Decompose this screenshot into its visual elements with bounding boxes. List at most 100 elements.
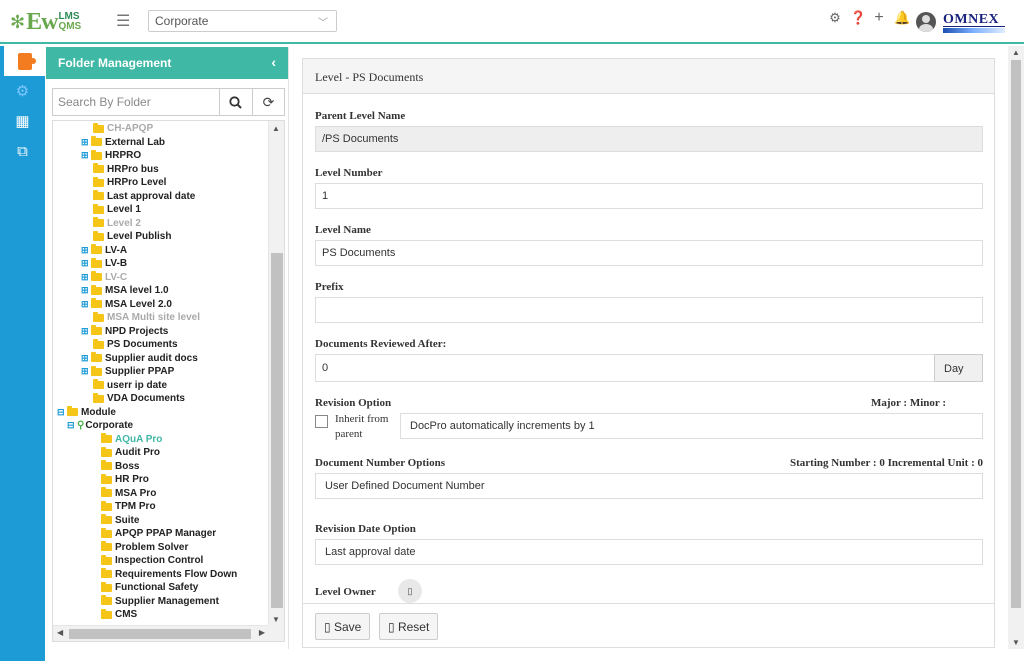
expand-icon[interactable]: ⊞ — [81, 367, 90, 376]
rail-item-settings[interactable]: ⚙ — [0, 76, 45, 106]
tree-node[interactable]: HR Pro — [101, 473, 149, 486]
tree-scroll-thumb[interactable] — [271, 253, 283, 608]
gear-icon[interactable]: ⚙ — [828, 11, 842, 25]
tree-vertical-scrollbar[interactable]: ▲ ▼ — [268, 121, 284, 626]
expand-icon[interactable]: ⊞ — [81, 137, 90, 147]
level-form: Parent Level Name /PS Documents Level Nu… — [303, 95, 996, 605]
rail-item-documents[interactable] — [0, 46, 45, 76]
tree-node[interactable]: Level Publish — [93, 230, 171, 243]
tree-horizontal-scrollbar[interactable]: ◀ ▶ — [53, 625, 269, 641]
revision-date-label: Revision Date Option — [315, 523, 416, 535]
tree-node-label: MSA Multi site level — [107, 312, 200, 323]
level-owner-button[interactable]: ▯ — [398, 579, 422, 603]
rail-item-building[interactable]: ▦ — [0, 106, 45, 136]
menu-icon[interactable]: ☰ — [116, 11, 130, 31]
tree-node[interactable]: MSA Multi site level — [93, 311, 200, 324]
tree-node[interactable]: ⊞ Supplier audit docs — [81, 352, 198, 365]
expand-icon[interactable]: ⊞ — [81, 245, 90, 255]
page-scroll-thumb[interactable] — [1011, 60, 1021, 608]
level-number-field[interactable]: 1 — [315, 183, 983, 209]
page-scroll-down-icon[interactable]: ▼ — [1012, 638, 1020, 647]
tree-node[interactable]: APQP PPAP Manager — [101, 527, 216, 540]
reviewed-after-field[interactable]: 0 — [315, 354, 935, 382]
tree-node[interactable]: Requirements Flow Down — [101, 568, 237, 581]
tree-node[interactable]: userr ip date — [93, 379, 167, 392]
expand-icon[interactable]: ⊞ — [81, 353, 90, 363]
tree-node[interactable]: Problem Solver — [101, 541, 188, 554]
tree-node[interactable]: ⊞ MSA level 1.0 — [81, 284, 169, 297]
tree-node-label: AQuA Pro — [115, 433, 163, 445]
expand-icon[interactable]: ⊞ — [81, 259, 90, 268]
tree-node[interactable]: ⊞ HRPRO — [81, 149, 141, 162]
revision-date-select[interactable]: Last approval date — [315, 539, 983, 565]
collapse-icon[interactable]: ‹ — [271, 54, 276, 70]
tree-node[interactable]: ⊞ LV-A — [81, 244, 127, 257]
tree-node[interactable]: ⊞ MSA Level 2.0 — [81, 298, 172, 311]
tree-node[interactable]: MSA Pro — [101, 487, 156, 500]
tree-node[interactable]: CMS — [101, 608, 137, 621]
tree-hscroll-thumb[interactable] — [69, 629, 251, 639]
tree-node[interactable]: VDA Documents — [93, 392, 185, 405]
tree-node[interactable]: ⊞ LV-B — [81, 257, 127, 270]
page-scrollbar[interactable]: ▲ ▼ — [1008, 46, 1024, 649]
rail-item-copy[interactable]: ⧉ — [0, 136, 45, 166]
tree-node[interactable]: PS Documents — [93, 338, 178, 351]
expand-icon[interactable]: ⊞ — [81, 299, 90, 309]
tree-node[interactable]: Suite — [101, 514, 139, 527]
scroll-down-icon[interactable]: ▼ — [272, 615, 280, 624]
reset-button[interactable]: ▯ Reset — [379, 613, 439, 640]
level-name-field[interactable]: PS Documents — [315, 240, 983, 266]
tree-node[interactable]: ⊟ Module — [57, 406, 116, 419]
revision-option-field[interactable]: DocPro automatically increments by 1 — [400, 413, 983, 439]
tree-node[interactable]: Level 2 — [93, 217, 141, 230]
scroll-up-icon[interactable]: ▲ — [272, 124, 280, 133]
inherit-checkbox[interactable] — [315, 415, 328, 428]
page-scroll-up-icon[interactable]: ▲ — [1012, 48, 1020, 57]
tree-node[interactable]: ⊞ External Lab — [81, 136, 165, 149]
tree-node[interactable]: Supplier Management — [101, 595, 219, 608]
folder-icon — [91, 298, 102, 308]
folder-icon — [91, 244, 102, 254]
expand-icon[interactable]: ⊞ — [81, 286, 90, 295]
tree-node[interactable]: Level 1 — [93, 203, 141, 216]
tree-node[interactable]: AQuA Pro — [101, 433, 162, 446]
scroll-right-icon[interactable]: ▶ — [259, 628, 265, 637]
tree-node[interactable]: Audit Pro — [101, 446, 160, 459]
refresh-button[interactable]: ⟳ — [252, 89, 284, 115]
folder-icon — [91, 365, 102, 376]
expand-icon[interactable]: ⊞ — [81, 272, 90, 282]
doc-number-select[interactable]: User Defined Document Number — [315, 473, 983, 499]
avatar[interactable] — [916, 12, 936, 32]
tree-node[interactable]: ⊞ LV-C — [81, 271, 127, 284]
expand-icon[interactable]: ⊟ — [67, 421, 76, 430]
expand-icon[interactable]: ⊞ — [81, 326, 90, 336]
app-logo[interactable]: ✻ Ew LMS QMS — [10, 7, 81, 37]
folder-icon — [91, 284, 102, 295]
help-icon[interactable]: ❓ — [850, 11, 866, 25]
tree-node-label: PS Documents — [107, 339, 178, 350]
expand-icon[interactable]: ⊟ — [57, 407, 66, 417]
folder-search-input[interactable] — [53, 89, 219, 115]
prefix-field[interactable] — [315, 297, 983, 323]
tree-node[interactable]: Inspection Control — [101, 554, 203, 567]
tree-node[interactable]: HRPro bus — [93, 163, 159, 176]
tree-node[interactable]: Boss — [101, 460, 139, 473]
search-button[interactable] — [219, 89, 251, 115]
tree-node[interactable]: ⊞ NPD Projects — [81, 325, 168, 338]
site-select[interactable]: Corporate ﹀ — [148, 10, 337, 32]
location-pin-icon: ⚲ — [77, 420, 85, 431]
tree-node[interactable]: HRPro Level — [93, 176, 166, 189]
expand-icon[interactable]: ⊞ — [81, 151, 90, 160]
tree-node[interactable]: Functional Safety — [101, 581, 198, 594]
brand-text: OMNEX — [943, 13, 1005, 27]
save-button[interactable]: ▯ Save — [315, 613, 371, 640]
folder-icon — [91, 271, 102, 281]
tree-node[interactable]: Last approval date — [93, 190, 195, 203]
tree-node[interactable]: ⊟ ⚲ Corporate — [67, 419, 133, 432]
bell-icon[interactable]: 🔔 — [894, 11, 910, 25]
tree-node[interactable]: CH-APQP — [93, 122, 153, 135]
tree-node[interactable]: TPM Pro — [101, 500, 156, 513]
tree-node[interactable]: ⊞ Supplier PPAP — [81, 365, 174, 378]
scroll-left-icon[interactable]: ◀ — [57, 628, 63, 637]
plus-icon[interactable]: + — [872, 10, 886, 26]
